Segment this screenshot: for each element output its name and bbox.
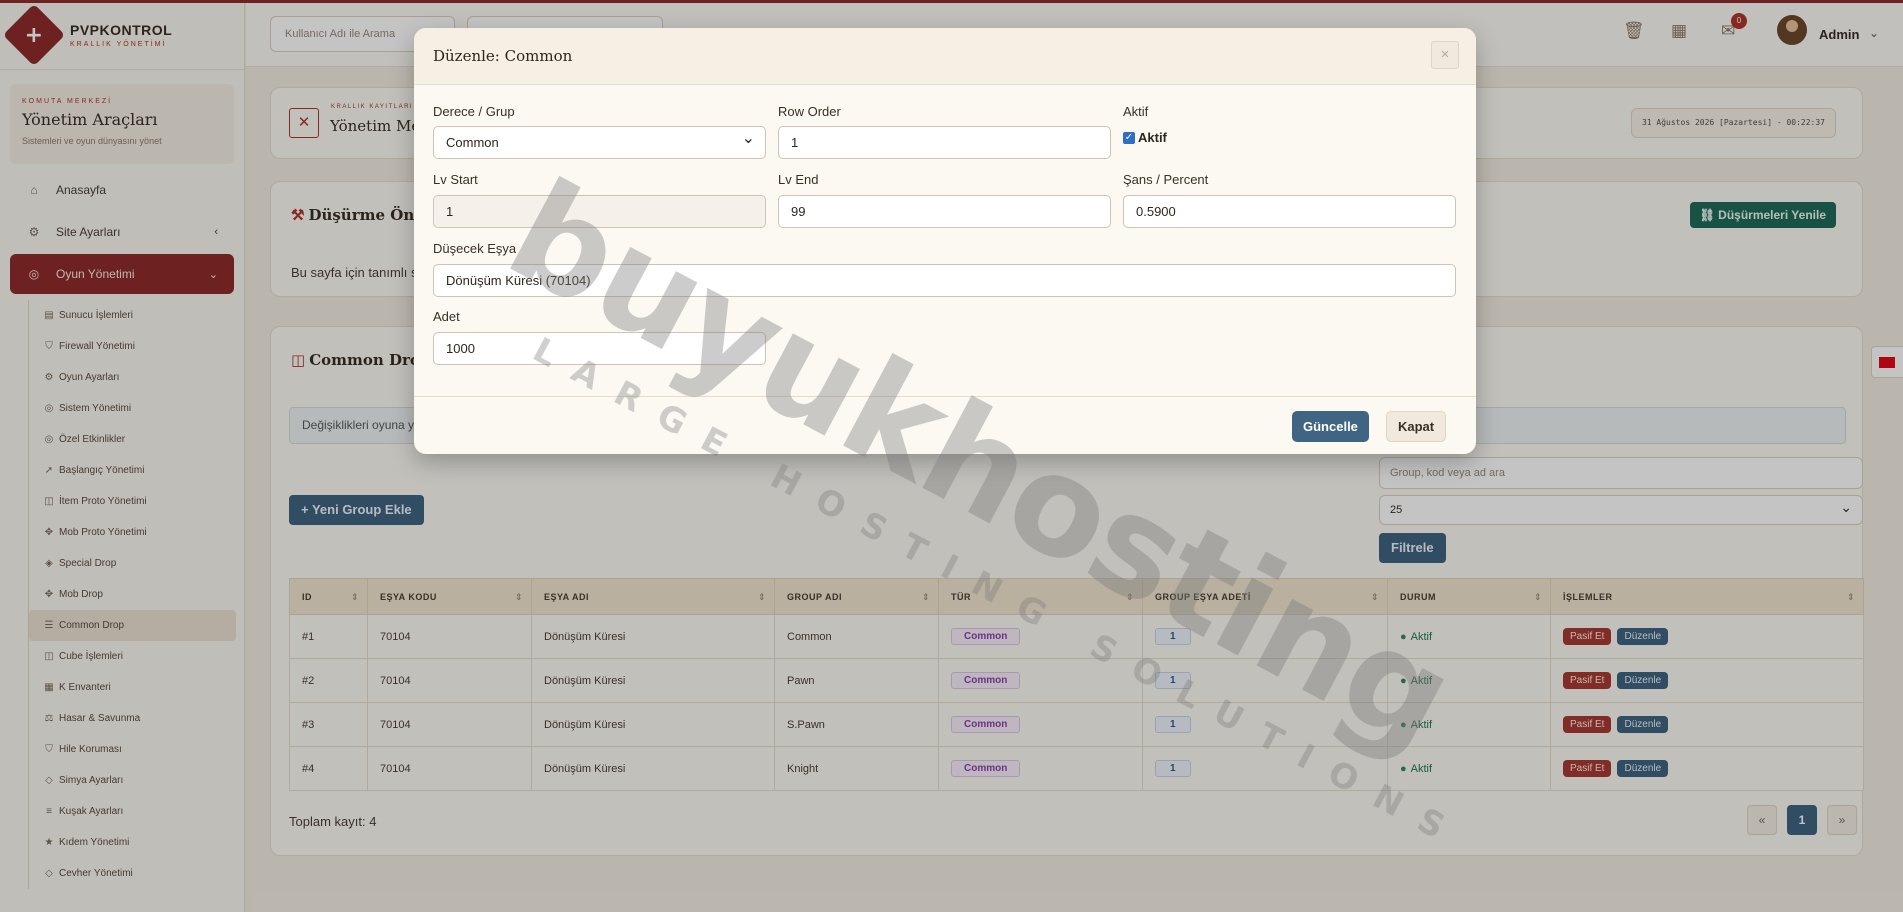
lv-start-label: Lv Start	[433, 172, 478, 187]
modal-header: Düzenle: Common ×	[414, 28, 1476, 85]
lv-end-input[interactable]: 99	[778, 195, 1111, 228]
edit-modal: Düzenle: Common × Derece / Grup Common R…	[414, 28, 1476, 454]
close-icon[interactable]: ×	[1431, 41, 1459, 69]
count-input[interactable]: 1000	[433, 332, 766, 365]
active-label: Aktif	[1123, 104, 1149, 119]
active-checkbox[interactable]: ✓ Aktif	[1123, 130, 1167, 145]
item-label: Düşecek Eşya	[433, 241, 517, 256]
group-label: Derece / Grup	[433, 104, 515, 119]
modal-footer: Güncelle Kapat	[414, 396, 1476, 454]
lv-start-input[interactable]: 1	[433, 195, 766, 228]
count-label: Adet	[433, 309, 460, 324]
chance-input[interactable]: 0.5900	[1123, 195, 1456, 228]
item-input[interactable]: Dönüşüm Küresi (70104)	[433, 264, 1456, 297]
row-order-label: Row Order	[778, 104, 841, 119]
modal-title: Düzenle: Common	[433, 47, 573, 65]
row-order-input[interactable]: 1	[778, 126, 1111, 159]
lv-end-label: Lv End	[778, 172, 819, 187]
active-checkbox-label: Aktif	[1138, 130, 1167, 145]
close-button[interactable]: Kapat	[1386, 411, 1447, 442]
group-select[interactable]: Common	[433, 123, 766, 159]
chance-label: Şans / Percent	[1123, 172, 1209, 187]
checkmark-icon: ✓	[1123, 131, 1135, 144]
update-button[interactable]: Güncelle	[1292, 411, 1369, 442]
